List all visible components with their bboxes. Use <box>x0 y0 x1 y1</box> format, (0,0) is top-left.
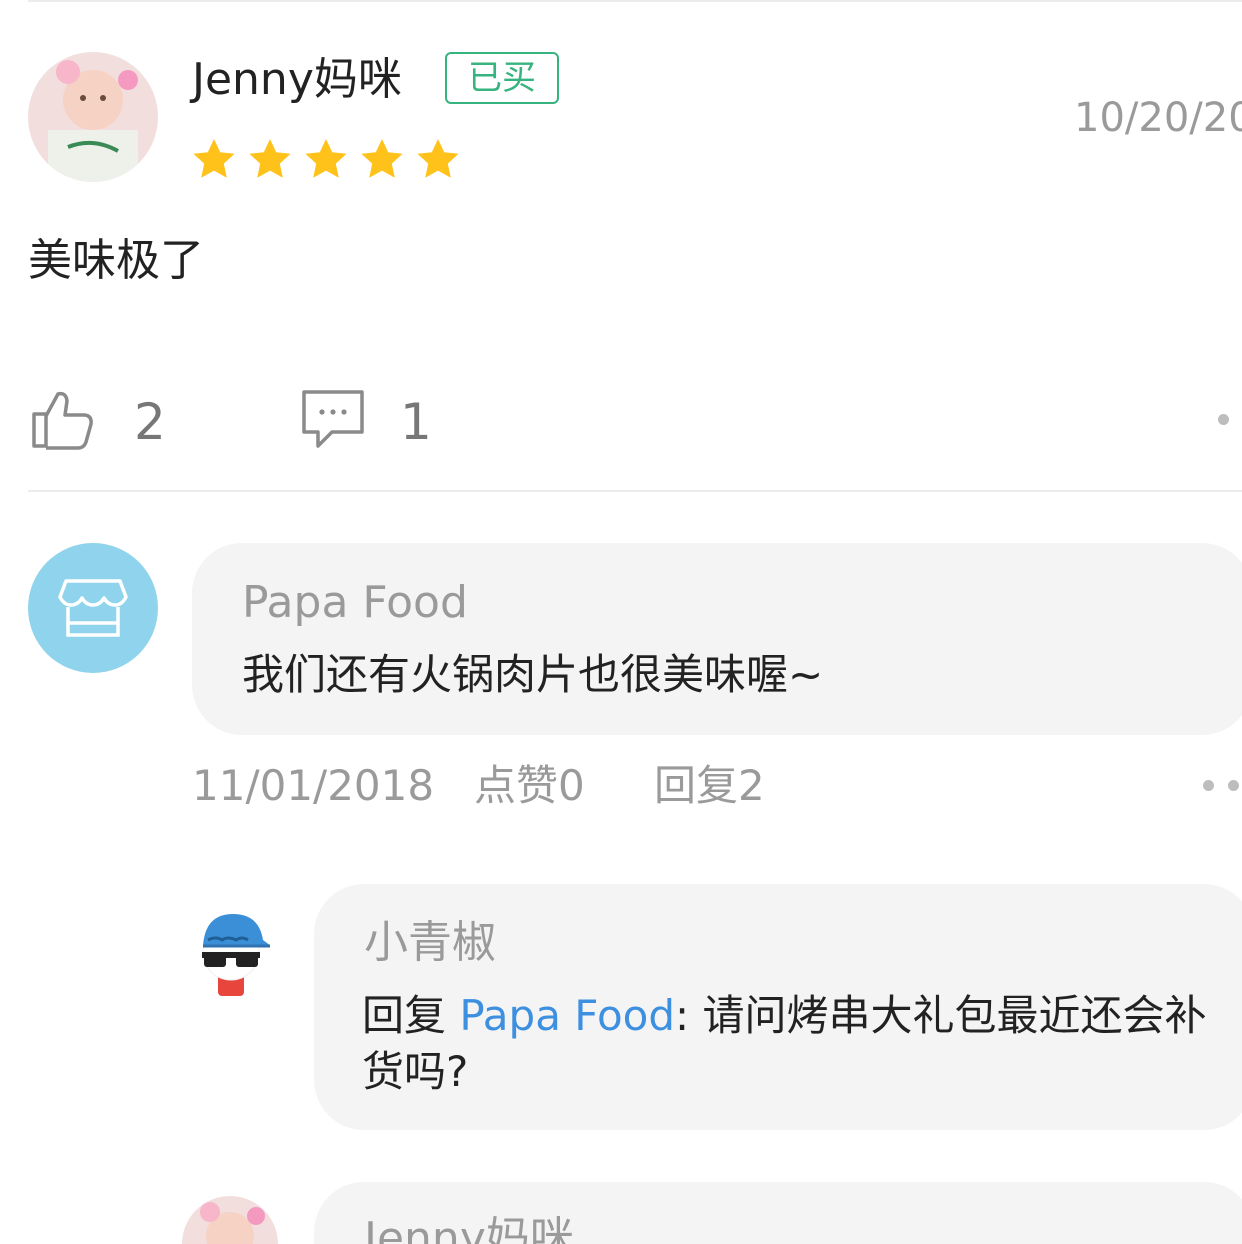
star-icon <box>361 139 403 178</box>
reviewer-avatar[interactable] <box>182 1196 278 1244</box>
star-icon <box>193 139 235 178</box>
merchant-reply-text: 我们还有火锅肉片也很美味喔~ <box>242 650 824 699</box>
more-options-icon[interactable] <box>1203 780 1214 791</box>
rating-stars <box>190 136 462 184</box>
top-divider <box>28 0 1242 2</box>
reviewer-avatar[interactable] <box>28 52 158 182</box>
like-count: 2 <box>134 393 166 451</box>
merchant-name[interactable]: Papa Food <box>242 574 468 632</box>
more-options-icon[interactable] <box>1218 414 1229 425</box>
user-avatar-cartoon[interactable] <box>194 906 270 1000</box>
mention-link[interactable]: Papa Food <box>459 991 675 1040</box>
shop-avatar[interactable] <box>28 543 158 673</box>
merchant-reply-reply-button[interactable]: 回复2 <box>654 758 765 814</box>
more-options-icon[interactable] <box>1228 780 1239 791</box>
merchant-reply-date: 11/01/2018 <box>192 761 435 810</box>
comment-count: 1 <box>400 393 432 451</box>
nested-reply-text: 回复 Papa Food: 请问烤串大礼包最近还会补货吗? <box>362 988 1242 1100</box>
review-date: 10/20/20 <box>1074 95 1242 141</box>
comment-icon[interactable] <box>300 388 366 450</box>
merchant-reply-like-button[interactable]: 点赞0 <box>474 758 585 814</box>
reply-prefix: 回复 <box>362 991 460 1040</box>
review-text: 美味极了 <box>28 235 204 286</box>
reviewer-name[interactable]: Jenny妈咪 <box>192 52 402 108</box>
next-reply-author[interactable]: Jenny妈咪 <box>364 1210 574 1244</box>
review-detail-page: Jenny妈咪 已买 10/20/20 美味极了 2 1 Papa Food 我… <box>0 0 1242 1244</box>
purchased-badge: 已买 <box>445 52 559 104</box>
merchant-reply-bubble <box>192 543 1242 735</box>
star-icon <box>249 139 291 178</box>
nested-reply-author[interactable]: 小青椒 <box>364 914 496 972</box>
star-icon <box>305 139 347 178</box>
section-divider <box>28 490 1242 492</box>
star-icon <box>417 139 459 178</box>
thumbs-up-icon[interactable] <box>30 388 96 450</box>
storefront-icon <box>58 579 128 637</box>
